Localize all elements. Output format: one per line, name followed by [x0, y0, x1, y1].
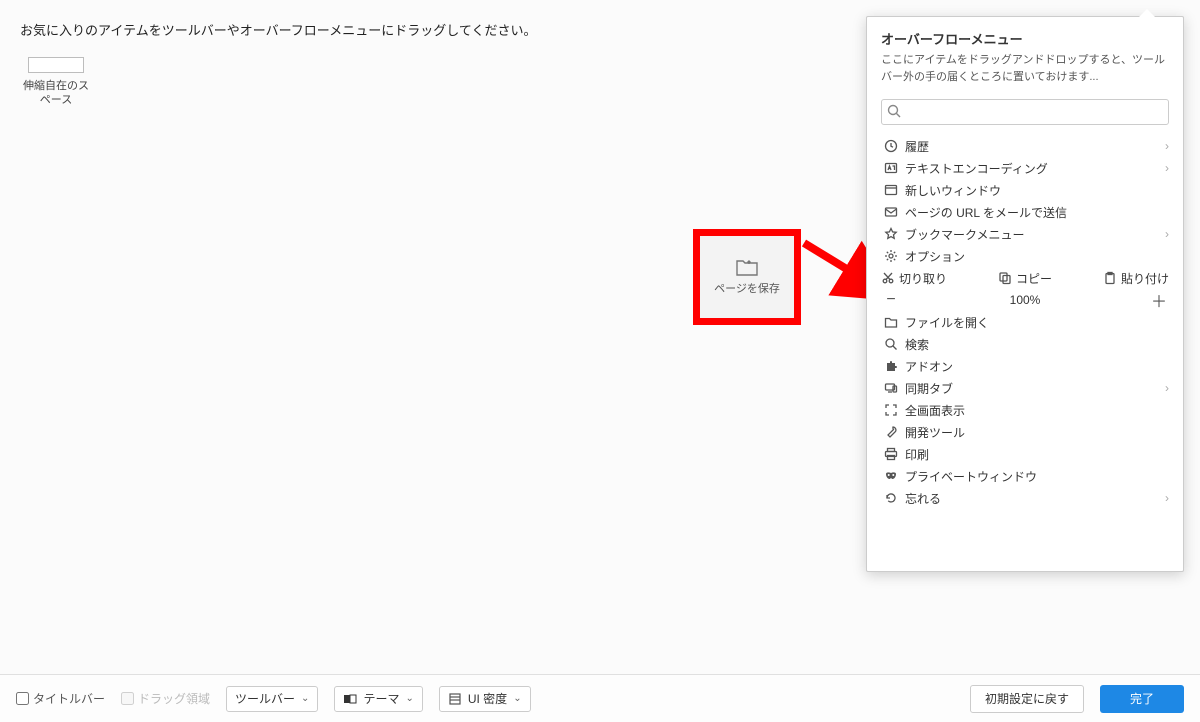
menu-history-label: 履歴	[901, 138, 1165, 155]
menu-private-window-label: プライベートウィンドウ	[901, 468, 1169, 485]
menu-cut[interactable]: 切り取り	[881, 270, 947, 286]
menu-cut-label: 切り取り	[899, 270, 947, 287]
drag-area-checkbox-label: ドラッグ領域	[138, 690, 210, 707]
chevron-right-icon: ›	[1165, 161, 1169, 175]
overflow-search[interactable]	[881, 99, 1169, 125]
save-page-label: ページを保存	[714, 282, 780, 296]
flexible-space-item[interactable]: 伸縮自在のスペース	[20, 57, 92, 108]
menu-open-file-label: ファイルを開く	[901, 314, 1169, 331]
menu-options-label: オプション	[901, 248, 1169, 265]
menu-email-link[interactable]: ページの URL をメールで送信	[867, 201, 1183, 223]
flexible-space-label: 伸縮自在のスペース	[20, 79, 92, 108]
menu-encoding[interactable]: テキストエンコーディング ›	[867, 157, 1183, 179]
find-icon	[881, 337, 901, 351]
gear-icon	[881, 249, 901, 263]
menu-devtools-label: 開発ツール	[901, 424, 1169, 441]
zoom-out-button[interactable]: −	[881, 291, 901, 309]
cut-icon	[881, 271, 895, 285]
menu-synced-tabs-label: 同期タブ	[901, 380, 1165, 397]
menu-new-window[interactable]: 新しいウィンドウ	[867, 179, 1183, 201]
menu-private-window[interactable]: プライベートウィンドウ	[867, 465, 1183, 487]
density-dropdown-label: UI 密度	[468, 690, 507, 707]
encoding-icon	[881, 161, 901, 175]
customize-footer: タイトルバー ドラッグ領域 ツールバー ⌄ テーマ ⌄ UI 密度 ⌄ 初期設定…	[0, 674, 1200, 722]
folder-icon	[881, 315, 901, 329]
menu-copy-label: コピー	[1016, 270, 1052, 287]
menu-forget[interactable]: 忘れる ›	[867, 487, 1183, 509]
menu-synced-tabs[interactable]: 同期タブ ›	[867, 377, 1183, 399]
menu-bookmarks-label: ブックマークメニュー	[901, 226, 1165, 243]
overflow-menu-panel: オーバーフローメニュー ここにアイテムをドラッグアンドドロップすると、ツールバー…	[866, 16, 1184, 572]
menu-devtools[interactable]: 開発ツール	[867, 421, 1183, 443]
menu-fullscreen-label: 全画面表示	[901, 402, 1169, 419]
menu-history[interactable]: 履歴 ›	[867, 135, 1183, 157]
menu-find[interactable]: 検索	[867, 333, 1183, 355]
fullscreen-icon	[881, 403, 901, 417]
menu-find-label: 検索	[901, 336, 1169, 353]
theme-icon	[343, 692, 357, 706]
chevron-down-icon: ⌄	[405, 693, 413, 704]
menu-print-label: 印刷	[901, 446, 1169, 463]
reset-defaults-button[interactable]: 初期設定に戻す	[970, 685, 1084, 713]
menu-bookmarks[interactable]: ブックマークメニュー ›	[867, 223, 1183, 245]
menu-new-window-label: 新しいウィンドウ	[901, 182, 1169, 199]
drag-area-checkbox-input	[121, 692, 134, 705]
theme-dropdown-label: テーマ	[363, 690, 399, 707]
titlebar-checkbox[interactable]: タイトルバー	[16, 690, 105, 707]
chevron-down-icon: ⌄	[513, 693, 521, 704]
zoom-in-button[interactable]: ＋	[1149, 288, 1169, 312]
print-icon	[881, 447, 901, 461]
menu-email-link-label: ページの URL をメールで送信	[901, 204, 1169, 221]
density-icon	[448, 692, 462, 706]
toolbars-dropdown[interactable]: ツールバー ⌄	[226, 686, 318, 712]
flexible-space-icon	[28, 57, 84, 73]
chevron-right-icon: ›	[1165, 227, 1169, 241]
titlebar-checkbox-label: タイトルバー	[33, 690, 105, 707]
drag-area-checkbox: ドラッグ領域	[121, 690, 210, 707]
clock-icon	[881, 139, 901, 153]
menu-paste[interactable]: 貼り付け	[1103, 270, 1169, 286]
star-icon	[881, 227, 901, 241]
menu-fullscreen[interactable]: 全画面表示	[867, 399, 1183, 421]
wrench-icon	[881, 425, 901, 439]
menu-forget-label: 忘れる	[901, 490, 1165, 507]
titlebar-checkbox-input[interactable]	[16, 692, 29, 705]
devices-icon	[881, 381, 901, 395]
mail-icon	[881, 205, 901, 219]
theme-dropdown[interactable]: テーマ ⌄	[334, 686, 422, 712]
chevron-right-icon: ›	[1165, 139, 1169, 153]
copy-icon	[998, 271, 1012, 285]
menu-addons[interactable]: アドオン	[867, 355, 1183, 377]
clipboard-icon	[1103, 271, 1117, 285]
save-page-dragged-item[interactable]: ページを保存	[693, 229, 801, 325]
zoom-value: 100%	[1010, 293, 1041, 307]
menu-paste-label: 貼り付け	[1121, 270, 1169, 287]
undo-icon	[881, 491, 901, 505]
menu-addons-label: アドオン	[901, 358, 1169, 375]
menu-print[interactable]: 印刷	[867, 443, 1183, 465]
chevron-right-icon: ›	[1165, 381, 1169, 395]
overflow-search-input[interactable]	[881, 99, 1169, 125]
puzzle-icon	[881, 359, 901, 373]
window-icon	[881, 183, 901, 197]
chevron-right-icon: ›	[1165, 491, 1169, 505]
density-dropdown[interactable]: UI 密度 ⌄	[439, 686, 531, 712]
chevron-down-icon: ⌄	[301, 693, 309, 704]
menu-open-file[interactable]: ファイルを開く	[867, 311, 1183, 333]
menu-options[interactable]: オプション	[867, 245, 1183, 267]
done-button[interactable]: 完了	[1100, 685, 1184, 713]
folder-save-icon	[736, 258, 758, 276]
menu-encoding-label: テキストエンコーディング	[901, 160, 1165, 177]
overflow-description: ここにアイテムをドラッグアンドドロップすると、ツールバー外の手の届くところに置い…	[881, 52, 1169, 85]
overflow-title: オーバーフローメニュー	[881, 29, 1169, 48]
mask-icon	[881, 469, 901, 483]
search-icon	[887, 104, 901, 118]
menu-copy[interactable]: コピー	[998, 270, 1052, 286]
toolbars-dropdown-label: ツールバー	[235, 690, 295, 707]
